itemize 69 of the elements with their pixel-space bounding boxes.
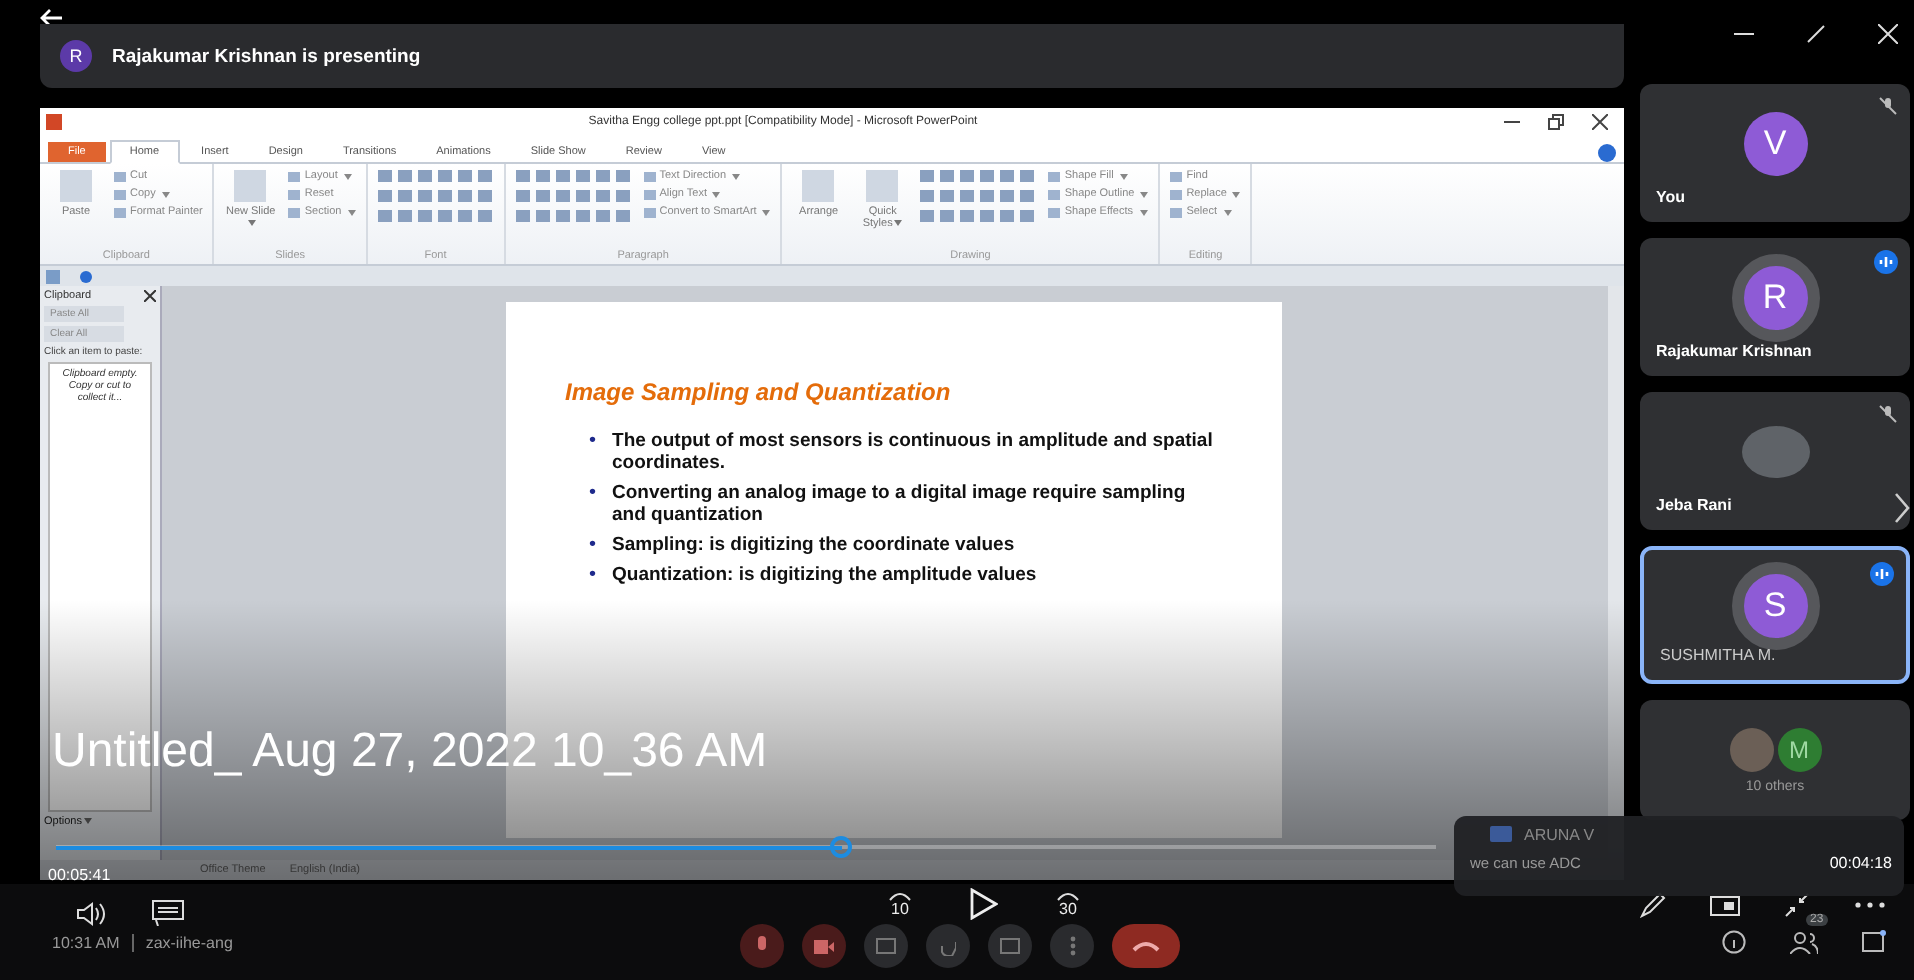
more-icon[interactable] (1854, 902, 1886, 908)
bullet-marker: • (589, 430, 597, 456)
bullet-marker: • (589, 564, 597, 586)
back-arrow-icon[interactable] (40, 8, 64, 28)
mic-icon (754, 936, 770, 956)
chevron-right-icon[interactable] (1894, 492, 1910, 524)
pencil-icon[interactable] (1640, 892, 1666, 918)
present-icon (1000, 938, 1020, 954)
avatar: R (1731, 253, 1819, 341)
more-icon (1069, 936, 1075, 956)
close-icon[interactable] (1592, 114, 1608, 130)
meeting-code: zax-iihe-ang (145, 934, 233, 952)
participant-name: Rajakumar Krishnan (1656, 342, 1812, 360)
slide-bullet: Converting an analog image to a digital image require sampling and quantization (612, 482, 1188, 526)
slide-title: Image Sampling and Quantization (565, 378, 953, 406)
rewind-button[interactable]: 10 (886, 890, 914, 918)
slide-bullet: The output of most sensors is continuous in amplitude and spatial coordinates. (612, 430, 1215, 474)
avatar (1729, 727, 1773, 771)
info-icon[interactable] (1722, 930, 1746, 954)
phone-icon (1132, 940, 1160, 952)
avatar: V (1743, 111, 1807, 175)
camera-icon (814, 939, 834, 953)
avatar: S (1731, 561, 1819, 649)
formatting-controls-icon[interactable] (377, 170, 494, 226)
participant-tile[interactable]: R Rajakumar Krishnan (1640, 238, 1910, 376)
participant-name: SUSHMITHA M. (1660, 646, 1776, 664)
captions-icon (876, 938, 896, 954)
forward-button[interactable]: 30 (1054, 890, 1082, 918)
participant-tile[interactable]: Jeba Rani (1640, 392, 1910, 530)
slide-bullet: Quantization: is digitizing the amplitude values (612, 564, 1037, 586)
elapsed-time: 00:05:41 (48, 866, 111, 884)
progress-thumb[interactable] (830, 836, 853, 858)
chat-icon (1490, 826, 1512, 844)
bullet-marker: • (589, 534, 597, 556)
help-icon[interactable] (1598, 144, 1616, 162)
sender-name: ARUNA V (1524, 826, 1595, 844)
powerpoint-logo-icon (46, 114, 62, 130)
camera-off-button[interactable] (802, 924, 846, 968)
avatar: M (1777, 727, 1821, 771)
picture-in-picture-icon[interactable] (1710, 895, 1740, 915)
minimize-icon[interactable] (1504, 116, 1520, 128)
slide-bullet: Sampling: is digitizing the coordinate values (612, 534, 1015, 556)
video-title: Untitled_ Aug 27, 2022 10_36 AM (52, 724, 768, 780)
photo-placeholder (1741, 425, 1809, 477)
participant-name: Jeba Rani (1656, 496, 1732, 514)
remaining-time: 00:04:18 (1829, 854, 1892, 872)
captions-button[interactable] (864, 924, 908, 968)
play-icon[interactable] (970, 888, 998, 920)
close-icon[interactable] (144, 290, 156, 302)
volume-icon[interactable] (76, 901, 108, 925)
presenter-avatar: R (60, 40, 92, 72)
raise-hand-button[interactable] (926, 924, 970, 968)
mic-off-button[interactable] (740, 924, 784, 968)
people-icon[interactable] (1790, 931, 1818, 953)
present-button[interactable] (988, 924, 1032, 968)
participant-tile[interactable]: V You (1640, 84, 1910, 222)
presenting-text: Rajakumar Krishnan is presenting (112, 45, 421, 67)
formatting-controls-icon[interactable] (515, 170, 632, 226)
formatting-controls-icon[interactable] (920, 170, 1037, 226)
captions-icon[interactable] (152, 900, 184, 926)
restore-icon[interactable] (1548, 114, 1564, 130)
caret-icon (83, 818, 92, 825)
more-options-button[interactable] (1050, 924, 1094, 968)
bullet-marker: • (589, 482, 597, 508)
end-call-button[interactable] (1112, 924, 1180, 968)
chat-icon[interactable] (1862, 930, 1886, 954)
clock-text: 10:31 AM (52, 934, 120, 952)
participant-tile[interactable]: S SUSHMITHA M. (1640, 546, 1910, 684)
participant-name: You (1656, 188, 1686, 206)
